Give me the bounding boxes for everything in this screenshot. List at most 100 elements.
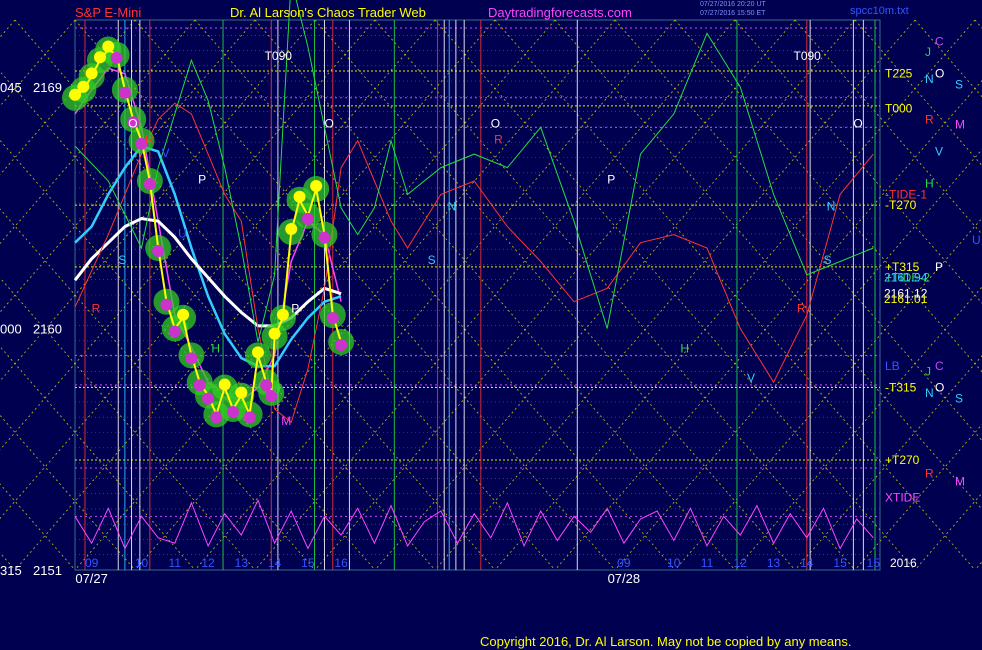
right-label: N xyxy=(925,72,934,86)
chart-annotation: V xyxy=(161,146,169,160)
chart-annotation: S xyxy=(118,253,126,267)
x-tick-label: 12 xyxy=(734,556,748,570)
indicator-lines xyxy=(73,0,874,550)
price-point xyxy=(218,378,231,391)
price-point xyxy=(193,379,206,392)
flux-grid xyxy=(74,19,881,571)
right-label: +T270 xyxy=(885,453,920,467)
x-tick-label: 13 xyxy=(767,556,781,570)
electric-line xyxy=(0,552,16,571)
y-tick-left: 315 xyxy=(0,563,22,578)
chart-annotation: T090 xyxy=(265,49,293,63)
x-tick-label: 16 xyxy=(334,556,348,570)
timestamp-et: 07/27/2016 15:50 ET xyxy=(700,10,766,17)
x-tick-label: 15 xyxy=(833,556,847,570)
site-title: Dr. Al Larson's Chaos Trader Web xyxy=(230,5,426,20)
price-point xyxy=(143,177,156,190)
data-file-name: spcc10m.txt xyxy=(850,5,909,17)
right-label: T225 xyxy=(885,67,913,81)
chart-annotation: O xyxy=(128,116,137,130)
date-label: 07/27 xyxy=(75,571,108,586)
series-xtide xyxy=(74,498,874,550)
electric-line xyxy=(734,19,982,304)
date-label: 07/28 xyxy=(608,571,641,586)
chart-annotation: P xyxy=(607,173,615,187)
price-point xyxy=(285,222,298,235)
price-point xyxy=(118,86,131,99)
right-label: O xyxy=(935,381,944,395)
price-point xyxy=(251,346,264,359)
y-tick-price: 2160 xyxy=(33,322,62,337)
x-tick-label: 14 xyxy=(800,556,814,570)
x-tick-label: 09 xyxy=(617,556,631,570)
price-point xyxy=(227,406,240,419)
right-label: M xyxy=(955,474,965,488)
price-point xyxy=(93,51,106,64)
right-label: 2161.01 xyxy=(884,292,928,306)
price-point xyxy=(301,212,314,225)
price-point xyxy=(102,40,115,53)
right-label: C xyxy=(935,359,944,373)
chart-annotation: V xyxy=(747,371,755,385)
chart-annotation: M xyxy=(281,414,291,428)
price-point xyxy=(160,298,173,311)
price-point xyxy=(77,80,90,93)
series-ma-mid xyxy=(74,144,342,368)
chart-annotation: H xyxy=(680,342,689,356)
right-label: V xyxy=(935,144,943,158)
chart-annotation: O xyxy=(491,116,500,130)
price-point xyxy=(310,180,323,193)
year-label: 2016 xyxy=(890,556,917,570)
chart-annotation: H xyxy=(211,342,220,356)
price-point xyxy=(168,325,181,338)
electric-line xyxy=(974,19,982,29)
x-tick-label: 13 xyxy=(235,556,249,570)
series-tide-2 xyxy=(74,0,874,343)
right-label: S xyxy=(955,391,963,405)
x-tick-label: 10 xyxy=(135,556,149,570)
chart-annotation: T090 xyxy=(794,49,822,63)
x-tick-label: 15 xyxy=(301,556,315,570)
x-tick-label: 14 xyxy=(268,556,282,570)
chart-annotation: R xyxy=(494,132,503,146)
electric-line xyxy=(974,561,982,571)
price-point xyxy=(85,67,98,80)
x-tick-label: 10 xyxy=(667,556,681,570)
chart-annotation: O xyxy=(324,116,333,130)
y-tick-left: 045 xyxy=(0,80,22,95)
right-label: R xyxy=(925,112,934,126)
y-tick-left: 000 xyxy=(0,322,22,337)
price-point xyxy=(210,411,223,424)
chart-canvas: 045 2169 000 2160 315 2151 09 10 11 12 13 14 15 16 09 1… xyxy=(0,0,982,586)
chart-annotation: R xyxy=(797,301,806,315)
price-point xyxy=(185,352,198,365)
right-label: -T315 xyxy=(885,381,917,395)
electric-line xyxy=(734,286,982,571)
chart-annotation: P xyxy=(198,173,206,187)
right-label: -T270 xyxy=(885,198,917,212)
right-label: J xyxy=(925,45,931,59)
chart-annotation: O xyxy=(853,116,862,130)
timestamp-ut: 07/27/2016 20:20 UT xyxy=(700,1,766,8)
price-point xyxy=(152,245,165,258)
price-point xyxy=(276,308,289,321)
right-label: O xyxy=(935,67,944,81)
right-label: S xyxy=(955,77,963,91)
price-point xyxy=(243,411,256,424)
right-label: T000 xyxy=(885,102,913,116)
price-point xyxy=(110,51,123,64)
x-tick-label: 11 xyxy=(169,556,182,570)
price-point xyxy=(335,338,348,351)
site-link[interactable]: Daytradingforecasts.com xyxy=(488,5,632,20)
x-tick-label: 11 xyxy=(701,556,714,570)
right-label: J xyxy=(925,364,931,378)
y-tick-price: 2151 xyxy=(33,563,62,578)
x-tick-label: 09 xyxy=(85,556,99,570)
price-point xyxy=(268,327,281,340)
x-tick-label: 15 xyxy=(867,556,881,570)
right-label: N xyxy=(925,386,934,400)
electric-line xyxy=(674,217,982,571)
right-label: U xyxy=(972,233,981,247)
y-tick-price: 2169 xyxy=(33,80,62,95)
chart-annotation: P xyxy=(291,301,299,315)
